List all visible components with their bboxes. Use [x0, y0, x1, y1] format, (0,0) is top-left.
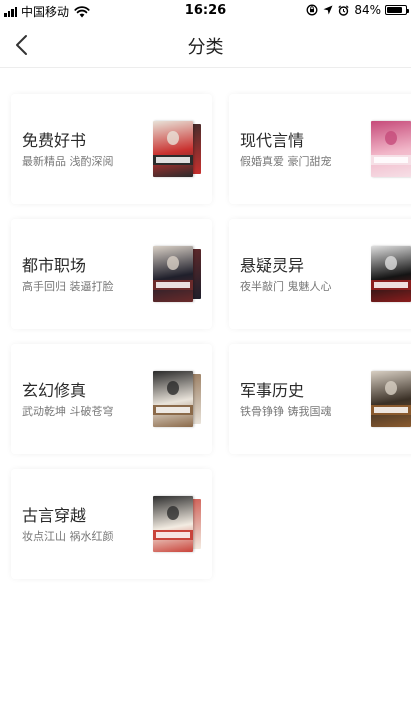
rotation-lock-icon — [306, 4, 318, 16]
category-title: 免费好书 — [22, 131, 87, 150]
book-cover — [371, 121, 411, 177]
page-title: 分类 — [187, 37, 224, 58]
category-card[interactable]: 悬疑灵异夜半敲门 鬼魅人心 — [229, 219, 411, 329]
battery-percent: 84% — [354, 3, 381, 17]
category-subtitle: 高手回归 装逼打脸 — [22, 280, 114, 293]
category-card[interactable]: 现代言情假婚真爱 豪门甜宠 — [229, 94, 411, 204]
nav-bar: 分类 — [0, 22, 411, 68]
book-cover-stack — [153, 121, 205, 177]
category-subtitle: 最新精品 浅酌深阅 — [22, 155, 114, 168]
location-icon — [323, 5, 333, 15]
book-cover — [153, 496, 193, 552]
book-cover-stack — [153, 246, 205, 302]
book-cover-stack — [153, 371, 205, 427]
book-cover-stack — [371, 121, 411, 177]
book-cover-stack — [153, 496, 205, 552]
category-title: 现代言情 — [240, 131, 305, 150]
status-right: 84% — [301, 3, 409, 17]
book-cover — [153, 121, 193, 177]
category-card[interactable]: 玄幻修真武动乾坤 斗破苍穹 — [11, 344, 212, 454]
category-subtitle: 假婚真爱 豪门甜宠 — [240, 155, 332, 168]
book-cover — [371, 246, 411, 302]
category-title: 都市职场 — [22, 256, 87, 275]
category-card[interactable]: 古言穿越妆点江山 祸水红颜 — [11, 469, 212, 579]
book-cover — [371, 371, 411, 427]
category-subtitle: 妆点江山 祸水红颜 — [22, 530, 114, 543]
alarm-icon — [338, 4, 349, 16]
battery-icon — [385, 5, 409, 15]
category-subtitle: 武动乾坤 斗破苍穹 — [22, 405, 114, 418]
book-cover — [153, 246, 193, 302]
category-card[interactable]: 免费好书最新精品 浅酌深阅 — [11, 94, 212, 204]
book-cover-stack — [371, 371, 411, 427]
category-card[interactable]: 军事历史铁骨铮铮 铸我国魂 — [229, 344, 411, 454]
status-bar: 中国移动 16:26 84% — [0, 0, 411, 22]
book-cover-stack — [371, 246, 411, 302]
book-cover — [153, 371, 193, 427]
category-subtitle: 铁骨铮铮 铸我国魂 — [240, 405, 332, 418]
category-title: 古言穿越 — [22, 506, 87, 525]
category-card[interactable]: 都市职场高手回归 装逼打脸 — [11, 219, 212, 329]
category-title: 悬疑灵异 — [240, 256, 305, 275]
category-subtitle: 夜半敲门 鬼魅人心 — [240, 280, 332, 293]
category-title: 玄幻修真 — [22, 381, 87, 400]
category-title: 军事历史 — [240, 381, 305, 400]
